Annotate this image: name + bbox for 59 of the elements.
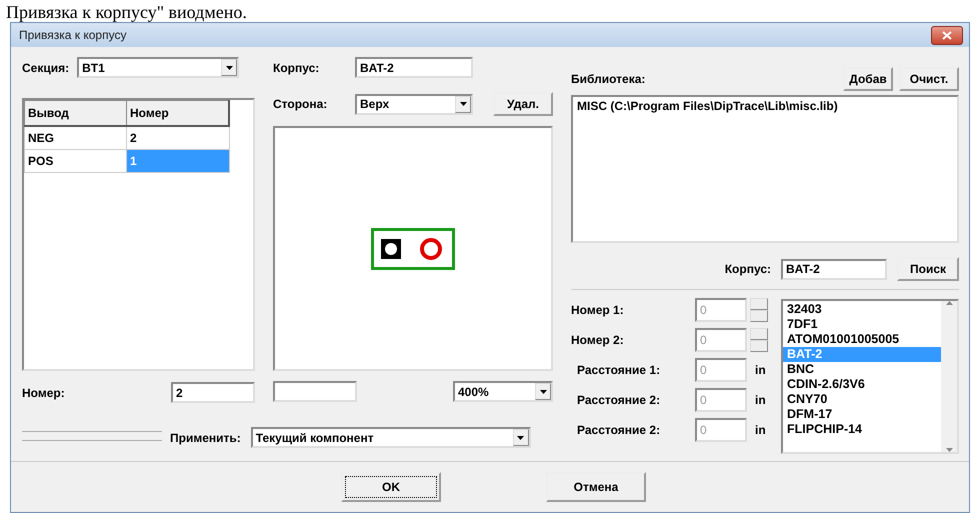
field-label: Номер 1: bbox=[571, 303, 625, 317]
caret-icon bbox=[540, 390, 546, 394]
scrollbar[interactable] bbox=[941, 301, 957, 452]
column-header[interactable]: Номер bbox=[126, 100, 229, 126]
search-field[interactable]: BAT-2 bbox=[781, 258, 887, 280]
package-item[interactable]: BNC bbox=[783, 362, 941, 377]
field-label: Расстояние 2: bbox=[577, 393, 662, 407]
unit-label: in bbox=[755, 393, 766, 407]
field-label: Применить: bbox=[170, 430, 241, 444]
field-label: Расстояние 1: bbox=[577, 363, 662, 377]
package-field[interactable]: BAT-2 bbox=[355, 57, 473, 78]
window-title: Привязка к корпусу bbox=[19, 28, 126, 42]
delete-button[interactable]: Удал. bbox=[493, 92, 553, 116]
package-item[interactable]: CNY70 bbox=[783, 392, 941, 407]
field-label: Секция: bbox=[22, 60, 70, 74]
caret-icon bbox=[226, 66, 233, 70]
caret-icon bbox=[517, 436, 524, 440]
search-button[interactable]: Поиск bbox=[897, 257, 959, 281]
package-item[interactable]: FLIPCHIP-14 bbox=[783, 422, 941, 437]
zoom-combo[interactable]: 400% bbox=[453, 381, 553, 402]
field-label: Корпус: bbox=[273, 60, 320, 74]
field-label: Номер: bbox=[22, 386, 65, 400]
table-cell[interactable]: POS bbox=[24, 150, 126, 172]
number-field[interactable]: 2 bbox=[171, 382, 255, 403]
scroll-up-icon[interactable] bbox=[946, 301, 952, 305]
apply-combo[interactable]: Текущий компонент bbox=[250, 427, 531, 448]
spin-control[interactable] bbox=[750, 298, 768, 322]
field-label: Сторона: bbox=[273, 97, 328, 111]
table-cell[interactable]: NEG bbox=[24, 126, 126, 150]
section-combo[interactable]: BT1 bbox=[77, 57, 240, 78]
field-label: Номер 2: bbox=[571, 333, 625, 347]
dropdown-button[interactable] bbox=[455, 96, 471, 112]
package-item[interactable]: 32403 bbox=[783, 302, 941, 317]
unit-label: in bbox=[755, 423, 766, 437]
dropdown-button[interactable] bbox=[221, 59, 238, 76]
caret-icon bbox=[460, 102, 466, 106]
field-label: Библиотека: bbox=[571, 72, 646, 86]
cancel-button[interactable]: Отмена bbox=[546, 472, 646, 502]
package-item[interactable]: DFM-17 bbox=[783, 407, 941, 422]
caption-text: Привязка к корпусу" виодмено. bbox=[6, 2, 247, 22]
dropdown-button[interactable] bbox=[512, 429, 529, 446]
clear-button[interactable]: Очист. bbox=[899, 67, 959, 91]
add-button[interactable]: Добав bbox=[843, 67, 893, 91]
dropdown-button[interactable] bbox=[535, 383, 551, 400]
package-item[interactable]: CDIN-2.6/3V6 bbox=[783, 377, 941, 392]
side-combo[interactable]: Верх bbox=[355, 94, 473, 114]
package-item[interactable]: 7DF1 bbox=[783, 317, 941, 332]
unit-label: in bbox=[755, 363, 766, 377]
ok-button[interactable]: OK bbox=[341, 472, 441, 502]
library-item[interactable]: MISC (C:\Program Files\DipTrace\Lib\misc.lib) bbox=[573, 99, 957, 113]
scroll-down-icon[interactable] bbox=[946, 448, 952, 452]
empty-field[interactable] bbox=[273, 381, 357, 402]
field-label: Расстояние 2: bbox=[577, 423, 662, 437]
field-label: Корпус: bbox=[724, 262, 771, 276]
close-icon bbox=[942, 30, 952, 40]
column-header[interactable]: Вывод bbox=[24, 100, 126, 126]
package-item[interactable]: ATOM01001005005 bbox=[783, 332, 941, 347]
spin-control[interactable] bbox=[750, 328, 768, 352]
close-button[interactable] bbox=[931, 26, 963, 44]
